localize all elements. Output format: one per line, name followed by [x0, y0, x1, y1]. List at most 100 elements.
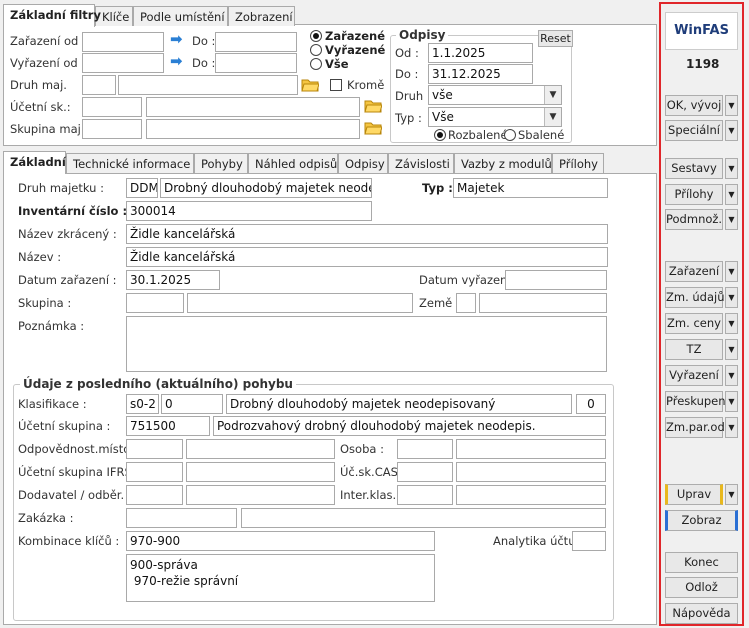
konec-button[interactable]: Konec — [665, 552, 738, 573]
druh-maj-code-input[interactable] — [82, 75, 116, 95]
chevron-down-icon[interactable]: ▼ — [725, 417, 738, 438]
tab-prilohy[interactable]: Přílohy — [552, 153, 604, 173]
napoveda-button[interactable]: Nápověda — [665, 603, 738, 624]
reset-button[interactable]: Reset — [538, 30, 573, 47]
chevron-down-icon[interactable]: ▼ — [725, 484, 738, 505]
podmnoz-button[interactable]: Podmnož. — [665, 209, 723, 230]
odpisy-druh-select[interactable]: vše ▼ — [428, 85, 562, 105]
tab-zakladni[interactable]: Základní — [3, 151, 66, 174]
tab-zavislosti[interactable]: Závislosti — [388, 153, 454, 173]
tab-technicke-informace[interactable]: Technické informace — [66, 153, 194, 173]
zarazeni-button[interactable]: Zařazení — [665, 261, 723, 282]
odpisy-od-input[interactable]: 1.1.2025 — [428, 43, 533, 63]
folder-open-icon[interactable] — [364, 99, 382, 113]
radio-sbalene[interactable] — [504, 129, 516, 141]
chevron-down-icon[interactable]: ▼ — [725, 365, 738, 386]
skupina-maj-code-input[interactable] — [82, 119, 142, 139]
klasifikace-cislo[interactable]: 0 — [576, 394, 606, 414]
ucetni-skupina-input[interactable]: 751500 — [126, 416, 210, 436]
sestavy-button[interactable]: Sestavy — [665, 158, 723, 179]
zobraz-button[interactable]: Zobraz — [665, 510, 738, 531]
chevron-down-icon[interactable]: ▼ — [725, 95, 738, 116]
radio-zarazene[interactable] — [310, 30, 322, 42]
odpisy-do-input[interactable]: 31.12.2025 — [428, 64, 533, 84]
zeme-name-input[interactable] — [479, 293, 607, 313]
radio-vyrazene[interactable] — [310, 44, 322, 56]
osoba-code[interactable] — [397, 439, 453, 459]
tab-nahled-odpisu[interactable]: Náhled odpisů — [248, 153, 338, 173]
klasifikace-kod[interactable]: s0-2 — [126, 394, 159, 414]
klasifikace-nazev[interactable]: Drobný dlouhodobý majetek neodepisovaný — [226, 394, 572, 414]
chevron-down-icon[interactable]: ▼ — [725, 120, 738, 141]
vyrazeni-button[interactable]: Vyřazení — [665, 365, 723, 386]
dodavatel-name[interactable] — [186, 485, 335, 505]
tab-podle-umisteni[interactable]: Podle umístění — [133, 6, 228, 26]
zm-par-odp-button[interactable]: Zm.par.odp — [665, 417, 732, 438]
analytika-input[interactable] — [572, 531, 606, 551]
typ-input[interactable]: Majetek — [453, 178, 608, 198]
krome-checkbox[interactable] — [330, 79, 342, 91]
tz-button[interactable]: TZ — [665, 339, 723, 360]
odpisy-typ-select[interactable]: Vše ▼ — [428, 107, 562, 127]
vyrazeni-do-input[interactable] — [215, 53, 297, 73]
prilohy-button[interactable]: Přílohy — [665, 184, 723, 205]
osoba-name[interactable] — [456, 439, 606, 459]
zm-ceny-button[interactable]: Zm. ceny — [665, 313, 723, 334]
druh-majetku-kod[interactable]: DDM — [126, 178, 158, 198]
zarazeni-od-input[interactable] — [82, 32, 164, 52]
tab-zobrazeni[interactable]: Zobrazení — [228, 6, 295, 26]
chevron-down-icon[interactable]: ▼ — [725, 391, 738, 412]
chevron-down-icon[interactable]: ▼ — [725, 209, 738, 230]
nazev-zkraceny-input[interactable]: Židle kancelářská — [126, 224, 608, 244]
ucetni-sk-name-input[interactable] — [146, 97, 360, 117]
chevron-down-icon[interactable]: ▼ — [725, 287, 738, 308]
odpovednost-name[interactable] — [186, 439, 335, 459]
uc-sk-cas-name[interactable] — [456, 462, 606, 482]
ucetni-skupina-nazev[interactable]: Podrozvahový drobný dlouhodobý majetek n… — [213, 416, 606, 436]
skupina-name-input[interactable] — [187, 293, 413, 313]
inventarni-cislo-input[interactable]: 300014 — [126, 201, 372, 221]
datum-zarazeni-input[interactable]: 30.1.2025 — [126, 270, 220, 290]
chevron-down-icon[interactable]: ▼ — [544, 108, 561, 126]
poznamka-textarea[interactable] — [126, 316, 607, 372]
folder-open-icon[interactable] — [301, 78, 319, 92]
specialni-button[interactable]: Speciální — [665, 120, 723, 141]
radio-vse[interactable] — [310, 58, 322, 70]
ucetni-sk-code-input[interactable] — [82, 97, 142, 117]
chevron-down-icon[interactable]: ▼ — [725, 313, 738, 334]
dodavatel-code[interactable] — [126, 485, 183, 505]
zeme-code-input[interactable] — [456, 293, 476, 313]
inter-klas-name[interactable] — [456, 485, 606, 505]
tab-vazby-z-modulu[interactable]: Vazby z modulů — [454, 153, 552, 173]
ucetni-ifrs-code[interactable] — [126, 462, 183, 482]
zakazka-code[interactable] — [126, 508, 237, 528]
tab-pohyby[interactable]: Pohyby — [194, 153, 248, 173]
kombinace-input[interactable]: 970-900 — [126, 531, 435, 551]
druh-majetku-nazev[interactable]: Drobný dlouhodobý majetek neodepis — [160, 178, 372, 198]
klasifikace-num[interactable]: 0 — [161, 394, 223, 414]
preskupeni-button[interactable]: Přeskupení — [665, 391, 729, 412]
chevron-down-icon[interactable]: ▼ — [725, 184, 738, 205]
odloz-button[interactable]: Odlož — [665, 577, 738, 598]
zm-udaju-button[interactable]: Zm. údajů — [665, 287, 725, 308]
folder-open-icon[interactable] — [364, 121, 382, 135]
chevron-down-icon[interactable]: ▼ — [725, 158, 738, 179]
radio-rozbalene[interactable] — [434, 129, 446, 141]
chevron-down-icon[interactable]: ▼ — [544, 86, 561, 104]
ok-vyvoj-button[interactable]: OK, vývoj — [665, 95, 723, 116]
zakazka-name[interactable] — [241, 508, 606, 528]
nazev-input[interactable]: Židle kancelářská — [126, 247, 608, 267]
zarazeni-do-input[interactable] — [215, 32, 297, 52]
uprav-button[interactable]: Uprav — [665, 484, 723, 505]
tab-odpisy[interactable]: Odpisy — [338, 153, 388, 173]
uc-sk-cas-code[interactable] — [397, 462, 453, 482]
tab-zakladni-filtry[interactable]: Základní filtry — [3, 4, 101, 27]
chevron-down-icon[interactable]: ▼ — [725, 261, 738, 282]
skupina-code-input[interactable] — [126, 293, 184, 313]
skupina-maj-name-input[interactable] — [146, 119, 360, 139]
druh-maj-name-input[interactable] — [118, 75, 298, 95]
datum-vyrazeni-input[interactable] — [505, 270, 607, 290]
odpovednost-code[interactable] — [126, 439, 183, 459]
inter-klas-code[interactable] — [397, 485, 453, 505]
vyrazeni-od-input[interactable] — [82, 53, 164, 73]
